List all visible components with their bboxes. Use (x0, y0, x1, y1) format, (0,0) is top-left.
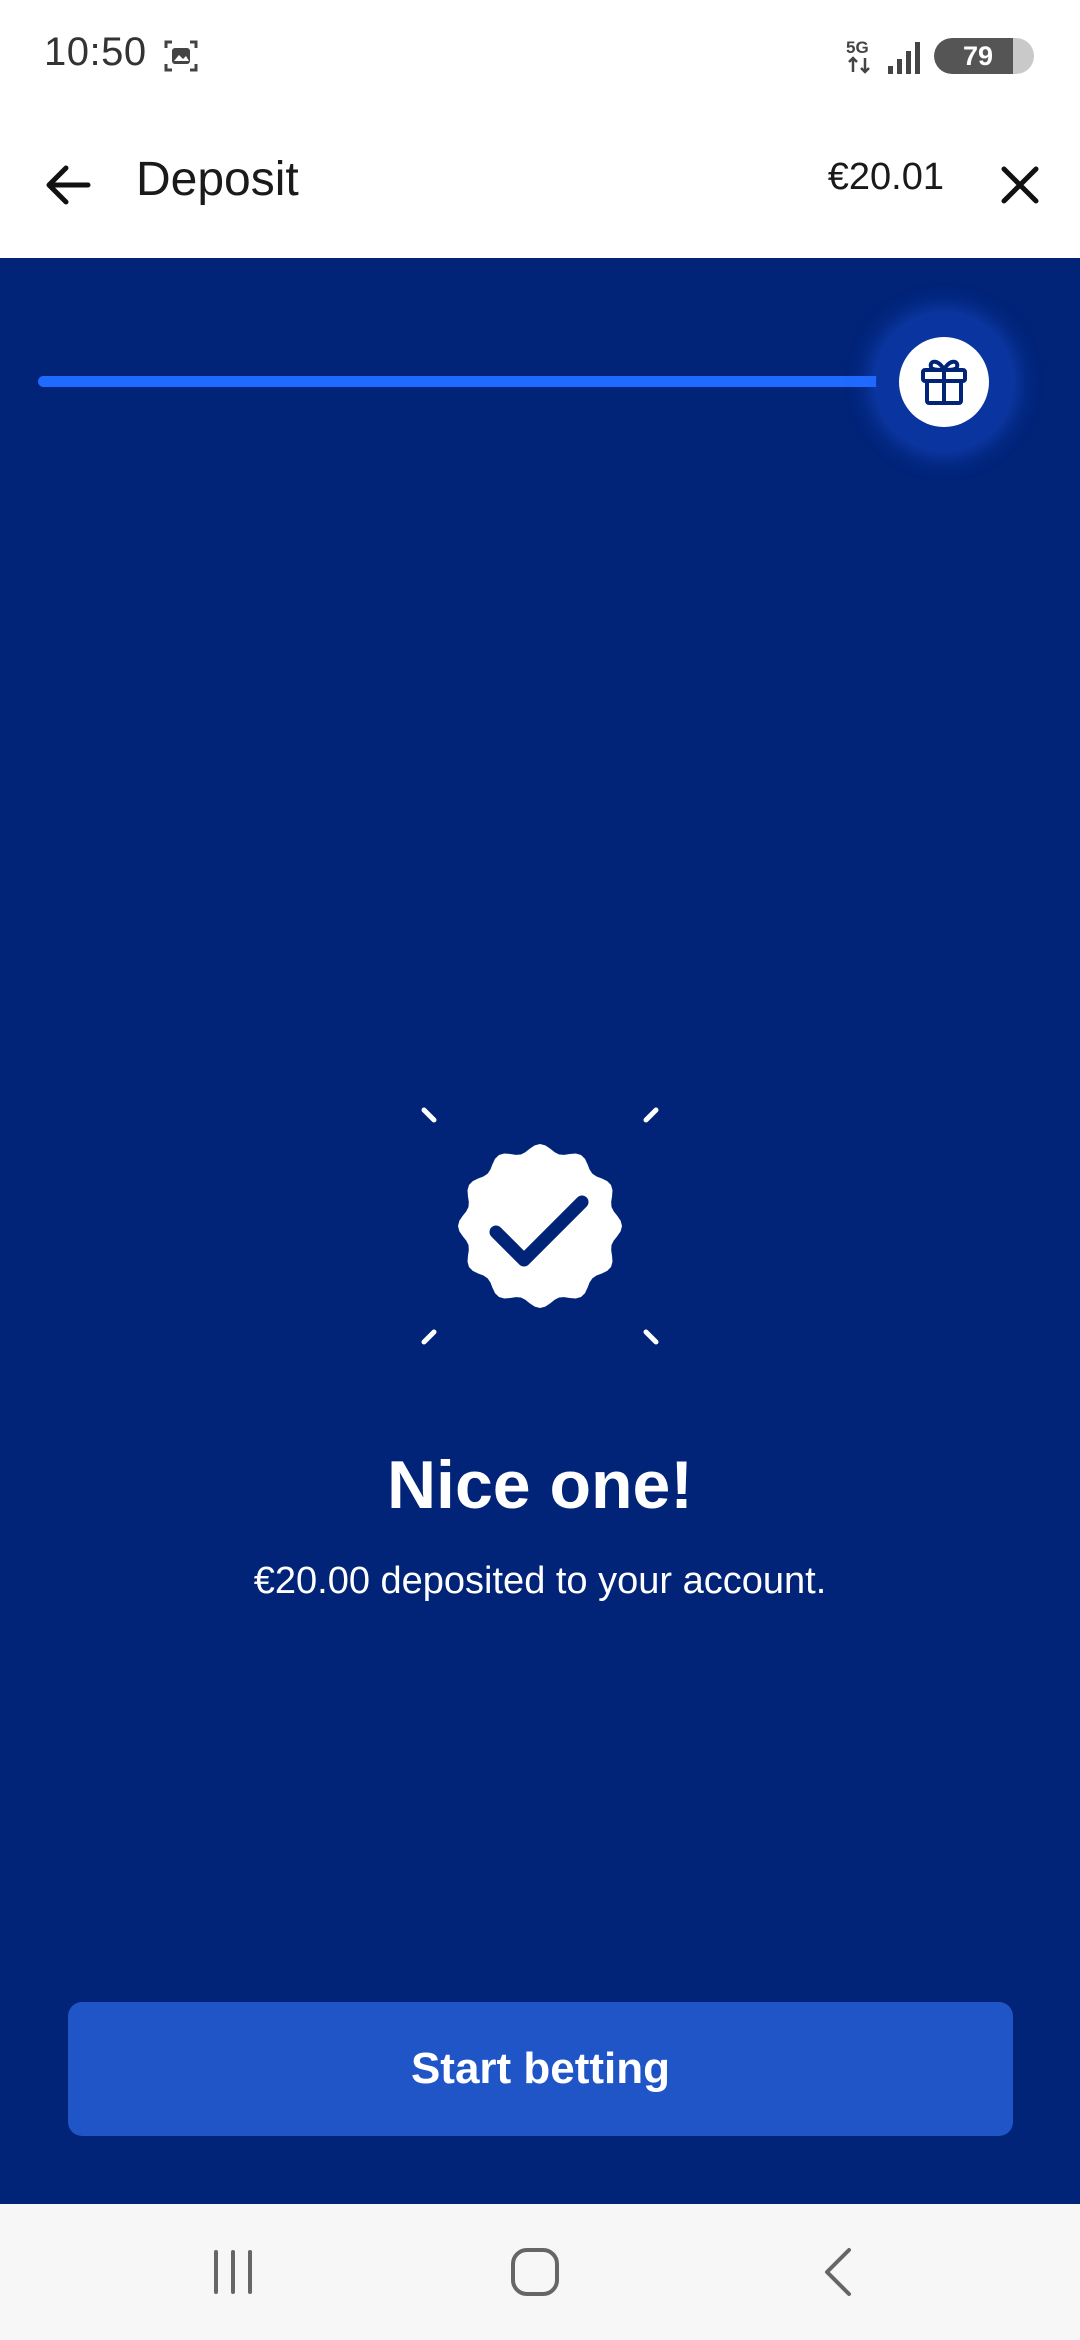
screenshot-icon (164, 40, 198, 72)
recents-icon (214, 2250, 252, 2294)
success-title: Nice one! (386, 1447, 694, 1523)
status-time: 10:50 (44, 30, 147, 74)
gift-reward-button[interactable] (899, 337, 989, 427)
back-button[interactable] (30, 147, 106, 223)
status-icons: 5G 79 (834, 34, 1034, 78)
status-bar: 10:50 5G 79 (0, 0, 1080, 112)
network-5g-icon: 5G (846, 38, 870, 74)
svg-text:5G: 5G (846, 38, 869, 57)
start-betting-button[interactable]: Start betting (68, 2002, 1013, 2136)
signal-icon (888, 42, 920, 74)
deposit-progress-bar (38, 376, 938, 387)
arrow-left-icon (46, 165, 91, 205)
account-balance: €20.01 (827, 156, 944, 198)
deposit-progress-fill (38, 376, 938, 387)
deposit-success-panel: Nice one! €20.00 deposited to your accou… (0, 258, 1080, 2204)
nav-back-button[interactable] (802, 2242, 872, 2302)
back-icon (825, 2248, 851, 2296)
success-message: €20.00 deposited to your account. (253, 1560, 827, 1602)
home-icon (511, 2248, 559, 2296)
screen: 10:50 5G 79 Deposit €20.01 Nice one! €20… (0, 0, 1080, 2340)
recents-button[interactable] (198, 2242, 268, 2302)
check-badge-icon (421, 1107, 659, 1345)
page-title: Deposit (136, 153, 299, 206)
gift-icon (921, 359, 967, 405)
battery-icon: 79 (934, 38, 1034, 74)
app-header: Deposit €20.01 (0, 112, 1080, 258)
close-button[interactable] (982, 147, 1058, 223)
close-icon (1001, 166, 1039, 204)
system-nav-bar (0, 2204, 1080, 2340)
battery-level: 79 (962, 41, 994, 71)
home-button[interactable] (500, 2242, 570, 2302)
